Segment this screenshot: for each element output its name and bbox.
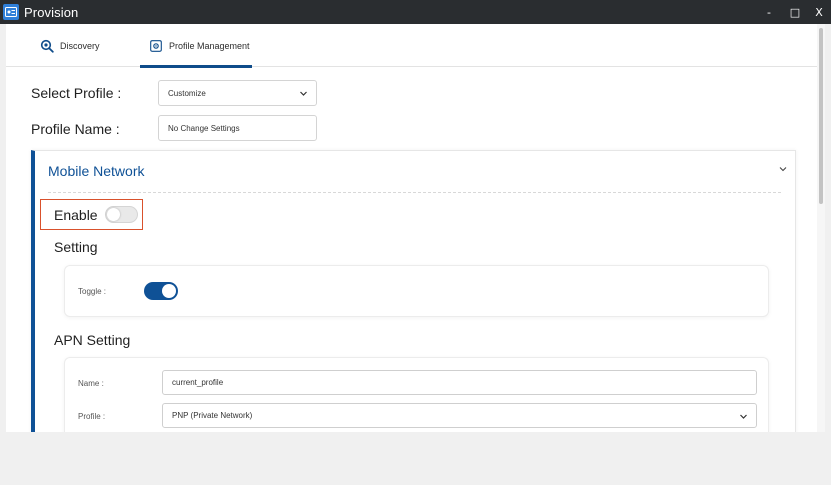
chevron-down-icon — [300, 91, 307, 96]
card-divider — [48, 192, 781, 193]
select-profile-value: Customize — [168, 88, 206, 98]
apn-setting-section-title: APN Setting — [54, 332, 131, 348]
scrollbar-thumb[interactable] — [819, 28, 823, 204]
tab-discovery[interactable]: Discovery — [40, 24, 100, 67]
mobile-network-card: Mobile Network Enable Setting Toggle : A… — [31, 150, 796, 432]
tab-discovery-label: Discovery — [60, 40, 100, 51]
mobile-network-title[interactable]: Mobile Network — [48, 163, 144, 179]
apn-profile-dropdown[interactable]: PNP (Private Network) — [162, 403, 757, 428]
chevron-down-icon — [740, 414, 747, 419]
apn-name-value: current_profile — [172, 378, 224, 387]
toggle-label: Toggle : — [78, 287, 107, 296]
window-title: Provision — [24, 4, 79, 20]
enable-toggle-switch[interactable] — [105, 206, 138, 223]
profile-name-input[interactable]: No Change Settings — [158, 115, 317, 141]
apn-setting-inner-card: Name : current_profile Profile : PNP (Pr… — [64, 357, 769, 432]
select-profile-label: Select Profile : — [31, 85, 122, 101]
enable-label: Enable — [54, 207, 98, 223]
vertical-scrollbar[interactable] — [817, 24, 825, 432]
toggle-switch[interactable] — [144, 282, 178, 300]
setting-section-title: Setting — [54, 239, 98, 255]
toggle-knob — [162, 284, 176, 298]
title-bar: Provision - □ X — [0, 0, 831, 24]
apn-profile-label: Profile : — [78, 412, 106, 421]
minimize-button[interactable]: - — [757, 0, 781, 24]
tab-profile-management-label: Profile Management — [169, 40, 250, 51]
chevron-down-icon[interactable] — [779, 165, 787, 173]
profile-name-label: Profile Name : — [31, 121, 120, 137]
tab-bar: Discovery Profile Management — [6, 24, 825, 68]
tab-profile-management[interactable]: Profile Management — [140, 24, 252, 68]
app-logo-icon — [3, 4, 19, 20]
app-content: Discovery Profile Management Select Prof… — [6, 24, 825, 432]
select-profile-dropdown[interactable]: Customize — [158, 80, 317, 106]
toggle-knob — [107, 208, 120, 221]
apn-profile-value: PNP (Private Network) — [172, 411, 253, 420]
profile-name-value: No Change Settings — [168, 123, 240, 133]
setting-inner-card: Toggle : — [64, 265, 769, 317]
apn-name-label: Name : — [78, 379, 104, 388]
apn-name-input[interactable]: current_profile — [162, 370, 757, 395]
gear-icon — [149, 39, 163, 53]
close-button[interactable]: X — [807, 0, 831, 24]
maximize-button[interactable]: □ — [783, 0, 807, 24]
discovery-search-icon — [40, 39, 54, 53]
